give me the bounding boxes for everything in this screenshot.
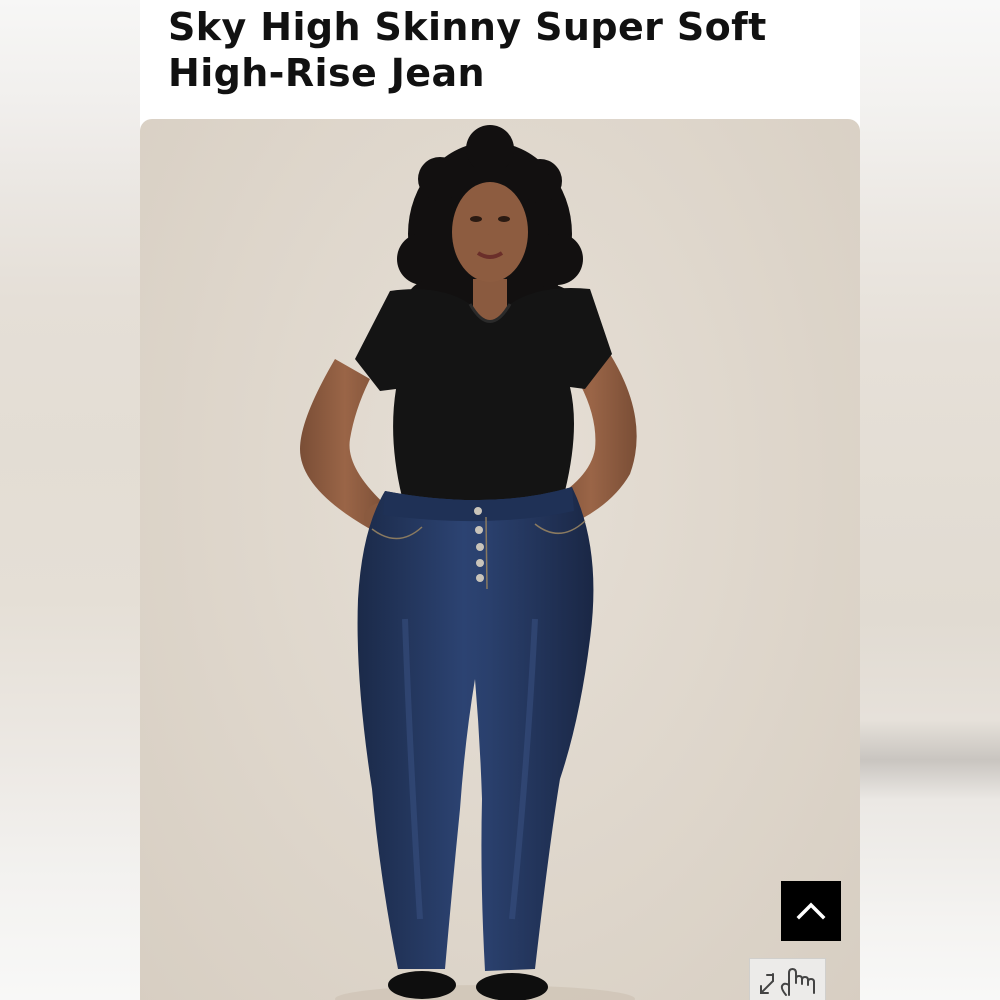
product-panel: Sky High Skinny Super Soft High-Rise Jea… [140, 0, 860, 1000]
product-title-line-1: Sky High Skinny Super Soft [168, 5, 767, 49]
blurred-background-left [0, 0, 140, 1000]
blurred-background-right [860, 0, 1000, 1000]
product-image[interactable] [140, 119, 860, 1000]
model-illustration [300, 125, 637, 1000]
back-to-top-button[interactable]: chevron-up-icon [781, 881, 841, 941]
product-title-line-2: High-Rise Jean [168, 51, 485, 95]
screenshot-frame: Sky High Skinny Super Soft High-Rise Jea… [0, 0, 1000, 1000]
expand-pointer-icon [759, 967, 815, 996]
product-title: Sky High Skinny Super Soft High-Rise Jea… [168, 4, 848, 96]
image-zoom-button[interactable]: expand-pointer-icon [749, 958, 826, 1000]
high-rise-skinny-jeans [357, 487, 594, 971]
chevron-up-icon [796, 902, 826, 920]
